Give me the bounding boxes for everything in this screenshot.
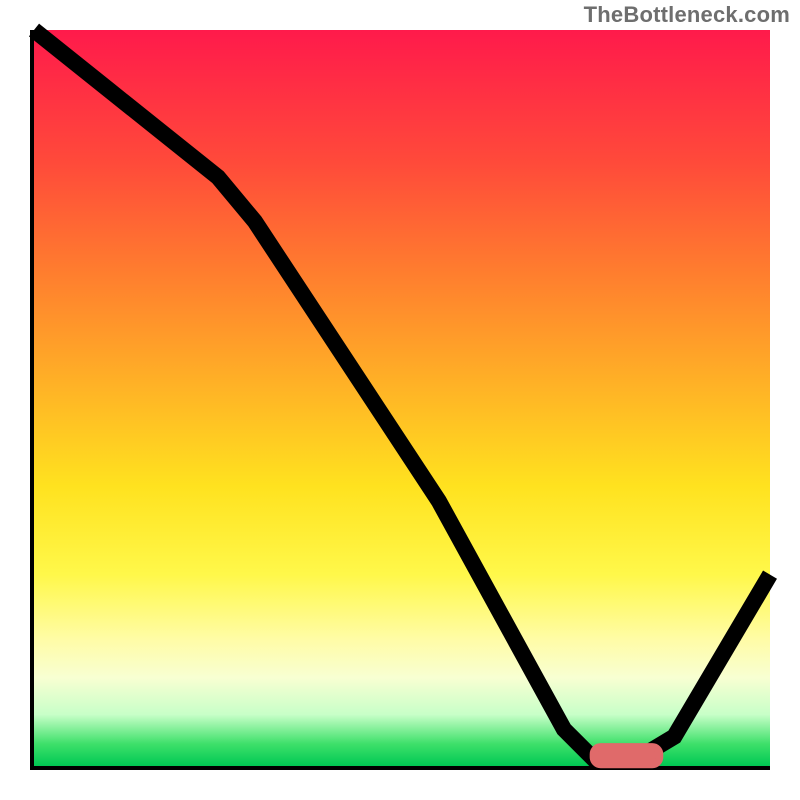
chart-canvas: TheBottleneck.com [0, 0, 800, 800]
optimal-range-marker [593, 747, 659, 765]
plot-area [30, 30, 770, 770]
watermark-text: TheBottleneck.com [584, 2, 790, 28]
plot-svg [34, 30, 770, 766]
bottleneck-curve [34, 30, 770, 759]
